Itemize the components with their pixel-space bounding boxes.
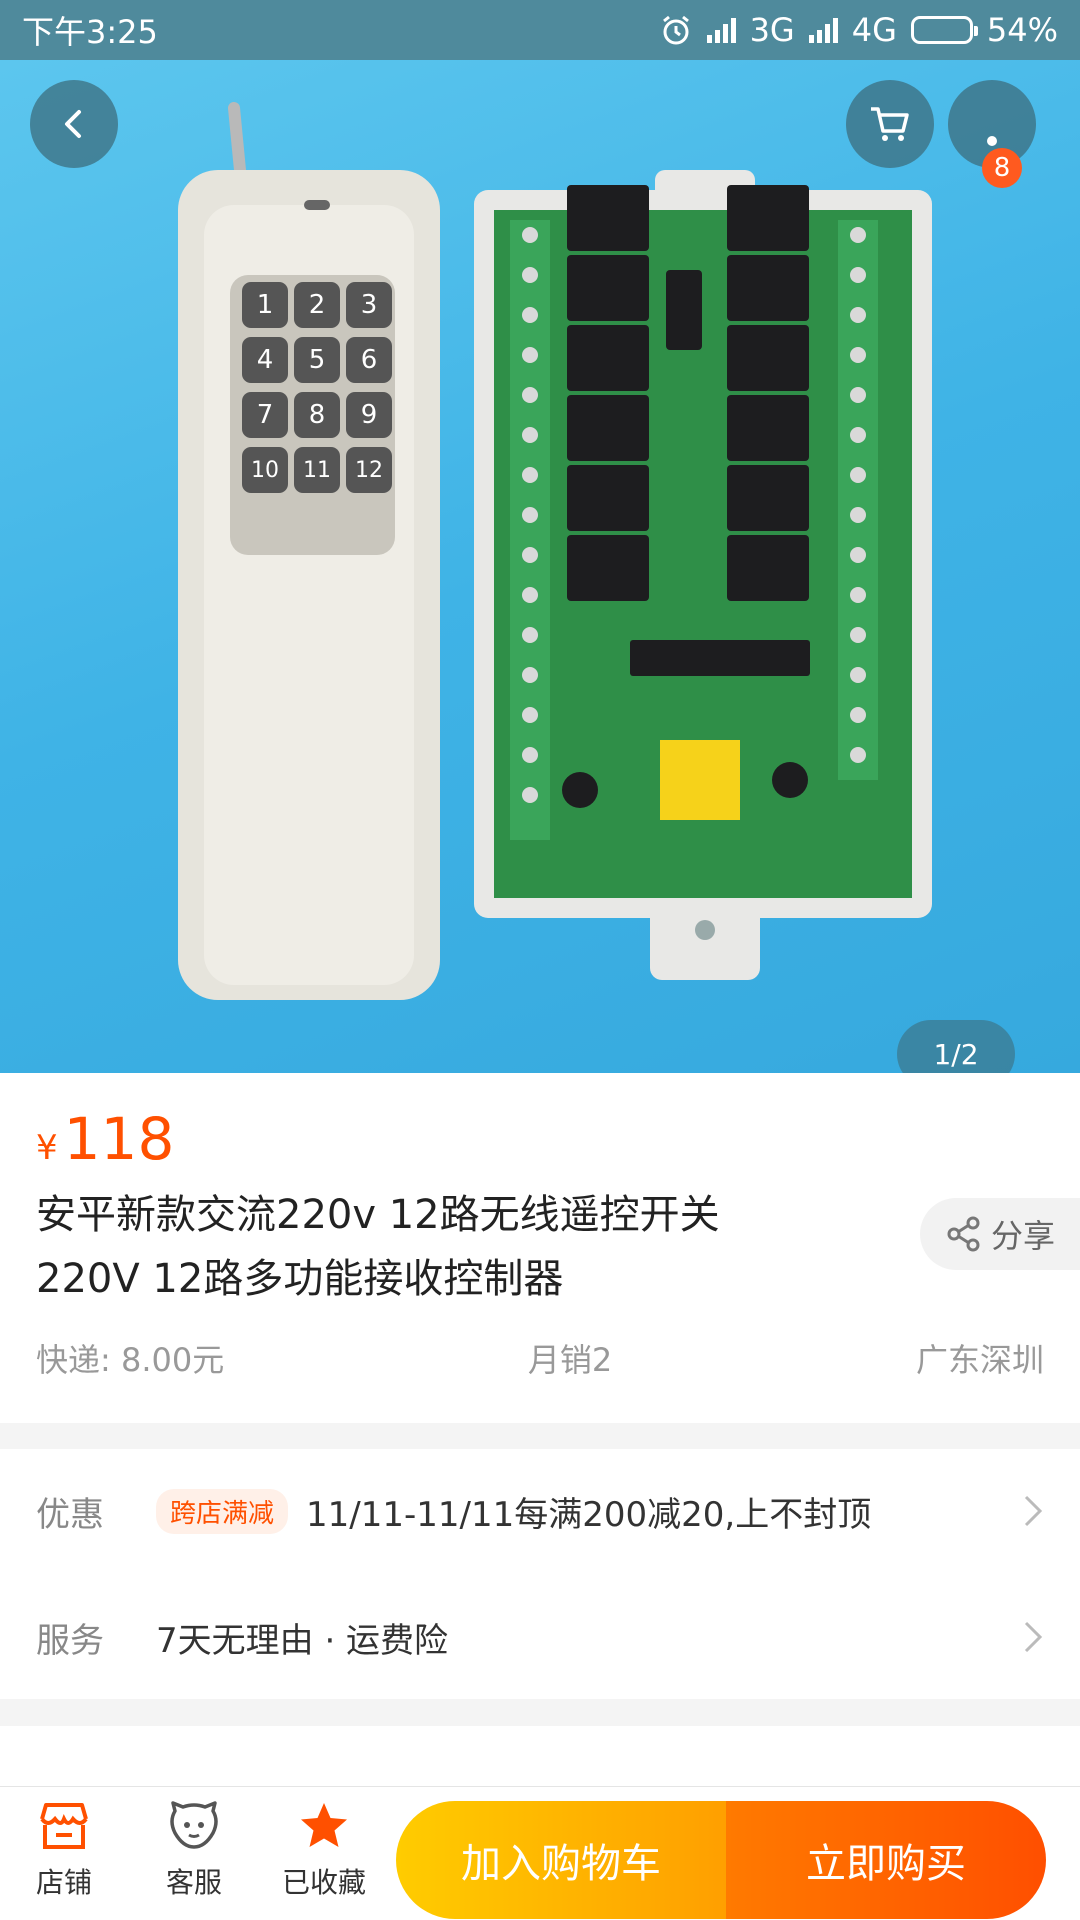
store-label: 店铺: [35, 1866, 92, 1899]
customer-service-button[interactable]: 客服: [134, 1801, 254, 1901]
remote-key: 12: [346, 447, 392, 493]
customer-service-label: 客服: [165, 1866, 222, 1899]
remote-key: 4: [242, 337, 288, 383]
price-value: 118: [63, 1105, 175, 1173]
buy-now-button[interactable]: 立即购买: [726, 1801, 1046, 1919]
product-image-gallery[interactable]: 1 2 3 4 5 6 7 8 9 10 11 12 8 1/2: [0, 60, 1080, 1073]
share-label: 分享: [990, 1217, 1055, 1255]
remote-key: 3: [346, 282, 392, 328]
discount-tag: 跨店满减: [156, 1488, 289, 1534]
share-button[interactable]: 分享: [920, 1198, 1080, 1270]
cart-button[interactable]: [846, 80, 934, 168]
service-text: 7天无理由 · 运费险: [156, 1620, 449, 1661]
currency-symbol: ¥: [36, 1128, 58, 1168]
product-title-line1: 安平新款交流220v 12路无线遥控开关: [36, 1192, 720, 1238]
store-button[interactable]: 店铺: [4, 1801, 124, 1901]
chevron-right-icon: [1024, 1495, 1043, 1527]
shipping-fee: 快递: 8.00元: [36, 1341, 225, 1379]
remote-key: 1: [242, 282, 288, 328]
favorite-button[interactable]: 已收藏: [264, 1801, 384, 1901]
service-label: 服务: [36, 1620, 104, 1661]
network-type-2: 4G: [851, 11, 897, 49]
status-icons: 3G 4G 54%: [659, 11, 1058, 49]
battery-percent: 54%: [986, 11, 1058, 49]
product-title: 安平新款交流220v 12路无线遥控开关 220V 12路多功能接收控制器: [36, 1183, 796, 1311]
gallery-page-indicator: 1/2: [897, 1020, 1015, 1073]
service-row[interactable]: 服务 7天无理由 · 运费险: [36, 1597, 1044, 1677]
price: ¥ 118: [36, 1105, 174, 1173]
cart-icon: [871, 107, 909, 141]
remote-key: 11: [294, 447, 340, 493]
discount-text: 11/11-11/11每满200减20,上不封顶: [306, 1494, 872, 1535]
status-bar: 下午3:25 3G 4G 54%: [0, 0, 1080, 60]
remote-key: 8: [294, 392, 340, 438]
status-time: 下午3:25: [22, 13, 158, 51]
product-meta: 快递: 8.00元 月销2 广东深圳: [36, 1335, 1044, 1381]
monthly-sales: 月销2: [527, 1341, 613, 1379]
bottom-action-bar: 店铺 客服 已收藏 加入购物车 立即购买: [0, 1786, 1080, 1920]
back-arrow-icon: [65, 110, 81, 138]
ship-from-location: 广东深圳: [915, 1341, 1044, 1379]
customer-service-icon: [170, 1801, 218, 1849]
remote-key: 6: [346, 337, 392, 383]
notification-badge: 8: [982, 148, 1022, 188]
remote-key: 9: [346, 392, 392, 438]
remote-keypad: 1 2 3 4 5 6 7 8 9 10 11 12: [242, 282, 392, 554]
product-info: ¥ 118 安平新款交流220v 12路无线遥控开关 220V 12路多功能接收…: [0, 1073, 1080, 1423]
network-type-1: 3G: [749, 11, 795, 49]
signal-icon: [706, 17, 736, 43]
share-icon: [947, 1216, 980, 1252]
battery-icon: [910, 16, 978, 44]
promo-section: 优惠 跨店满减 11/11-11/11每满200减20,上不封顶 服务 7天无理…: [0, 1449, 1080, 1699]
discount-row[interactable]: 优惠 跨店满减 11/11-11/11每满200减20,上不封顶: [36, 1471, 1044, 1551]
product-title-line2: 220V 12路多功能接收控制器: [36, 1256, 564, 1302]
chevron-right-icon: [1024, 1621, 1043, 1653]
next-section-partial: [0, 1726, 1080, 1786]
favorite-label: 已收藏: [281, 1866, 366, 1899]
remote-key: 5: [294, 337, 340, 383]
remote-key: 2: [294, 282, 340, 328]
remote-key: 7: [242, 392, 288, 438]
add-to-cart-button[interactable]: 加入购物车: [396, 1801, 726, 1919]
signal-icon: [808, 17, 838, 43]
product-photo: [178, 102, 932, 1000]
discount-label: 优惠: [36, 1494, 104, 1535]
alarm-icon: [662, 15, 689, 45]
store-icon: [40, 1803, 88, 1849]
back-button[interactable]: [30, 80, 118, 168]
remote-key: 10: [242, 447, 288, 493]
star-icon: [301, 1803, 347, 1847]
